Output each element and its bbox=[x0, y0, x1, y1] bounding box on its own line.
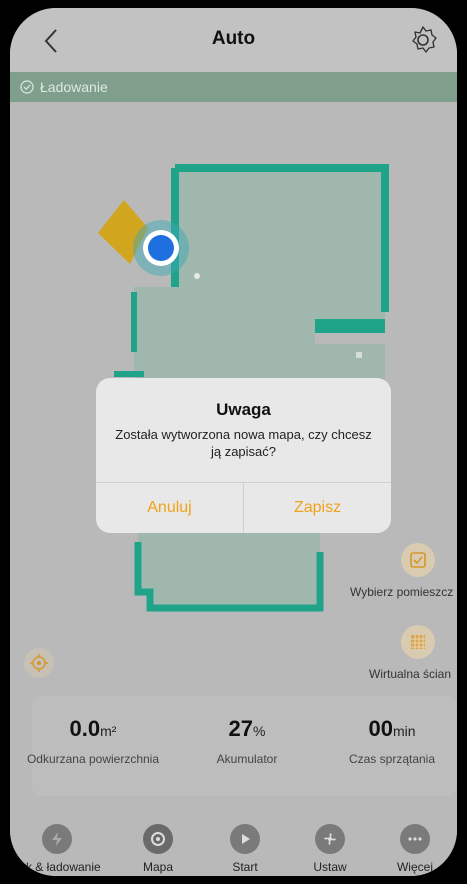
stat-time: 00min Czas sprzątania bbox=[332, 716, 452, 766]
nav-settings[interactable]: Ustaw bbox=[300, 824, 360, 874]
nav-map-label: Mapa bbox=[142, 860, 174, 874]
save-button[interactable]: Zapisz bbox=[244, 482, 391, 533]
stat-time-label: Czas sprzątania bbox=[348, 752, 436, 766]
stat-battery-value: 27 bbox=[228, 716, 254, 741]
map-dot bbox=[194, 273, 200, 279]
nav-more[interactable]: Więcej bbox=[385, 824, 445, 874]
nav-more-label: Więcej bbox=[396, 860, 433, 874]
top-bar: Auto bbox=[10, 8, 457, 72]
stat-area-unit: m² bbox=[100, 723, 117, 739]
stat-area-label: Odkurzana powierzchnia bbox=[26, 752, 160, 766]
page-title: Auto bbox=[211, 28, 256, 49]
nav-map[interactable]: Mapa bbox=[128, 824, 188, 874]
nav-settings-label: Ustaw bbox=[313, 860, 347, 874]
cancel-button[interactable]: Anuluj bbox=[96, 482, 243, 533]
lightning-icon bbox=[42, 824, 72, 854]
dialog-message: Została wytworzona nowa mapa, czy chcesz… bbox=[115, 427, 372, 459]
select-room-label: Wybierz pomieszcz bbox=[350, 585, 454, 599]
stat-battery-label: Akumulator bbox=[216, 752, 278, 766]
virtual-wall-label: Wirtualna ścian bbox=[369, 667, 452, 681]
select-room-button[interactable] bbox=[401, 543, 435, 577]
stat-area-value: 0.0 bbox=[69, 716, 101, 741]
virtual-wall-button[interactable] bbox=[401, 625, 435, 659]
nav-start-label: Start bbox=[232, 860, 258, 874]
more-icon bbox=[400, 824, 430, 854]
robot-icon bbox=[148, 235, 174, 261]
crosshair-icon bbox=[30, 654, 48, 672]
map-marker bbox=[356, 352, 362, 358]
settings-button[interactable] bbox=[407, 24, 439, 56]
nav-start[interactable]: Start bbox=[215, 824, 275, 874]
checkbox-icon bbox=[410, 552, 426, 568]
status-text: Ładowanie bbox=[40, 79, 108, 95]
charging-status-bar: Ładowanie bbox=[10, 72, 457, 102]
nav-dock-charge-label: ock & ładowanie bbox=[13, 860, 101, 874]
stat-area: 0.0m² Odkurzana powierzchnia bbox=[18, 716, 168, 766]
phone-screen: Auto Ładowanie Wybierz pomieszcz Wirtual… bbox=[10, 8, 457, 876]
stat-battery: 27% Akumulator bbox=[187, 716, 307, 766]
play-icon bbox=[230, 824, 260, 854]
bottom-nav: ock & ładowanie Mapa Start Ustaw Więcej bbox=[10, 820, 457, 876]
nav-dock-charge[interactable]: ock & ładowanie bbox=[12, 824, 102, 874]
map-pin-icon bbox=[143, 824, 173, 854]
dialog-title: Uwaga bbox=[216, 400, 271, 419]
locate-button[interactable] bbox=[24, 648, 54, 678]
stat-time-value: 00 bbox=[368, 716, 393, 741]
wall-pattern-icon bbox=[411, 635, 425, 649]
stats-card: 0.0m² Odkurzana powierzchnia 27% Akumula… bbox=[27, 696, 457, 796]
stat-battery-unit: % bbox=[253, 723, 266, 739]
check-circle-icon bbox=[20, 80, 34, 94]
stat-time-unit: min bbox=[392, 723, 416, 739]
gear-icon bbox=[412, 26, 437, 53]
fan-icon bbox=[315, 824, 345, 854]
save-map-dialog: Uwaga Została wytworzona nowa mapa, czy … bbox=[96, 378, 391, 533]
